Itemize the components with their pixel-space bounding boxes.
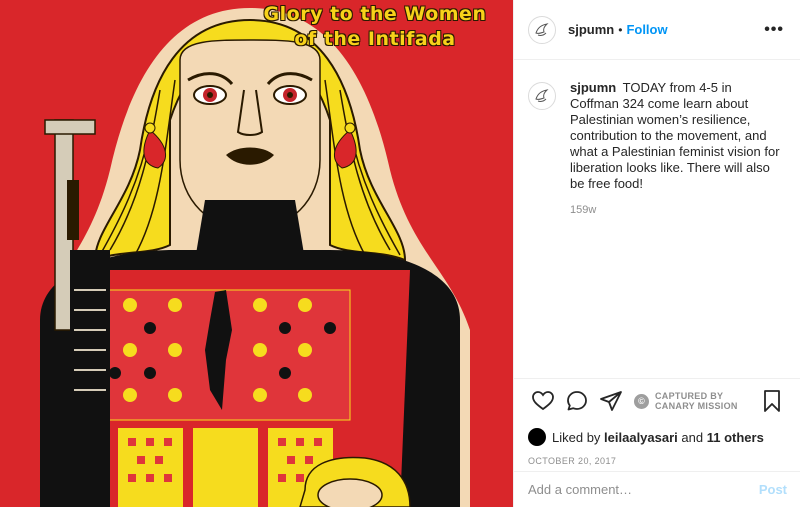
heart-icon [532, 391, 554, 411]
caption-message: TODAY from 4-5 in Coffman 324 come learn… [570, 80, 780, 191]
likes-row: Liked by leilaalyasari and 11 others [514, 426, 800, 448]
poster-illustration [0, 0, 513, 507]
copyright-icon: © [634, 393, 649, 409]
action-icons-row: © CAPTURED BY CANARY MISSION [514, 379, 800, 423]
comment-input[interactable] [528, 482, 759, 497]
caption-body: sjpumn TODAY from 4-5 in Coffman 324 com… [570, 80, 784, 216]
watermark-line2: CANARY MISSION [655, 401, 738, 411]
caption-username[interactable]: sjpumn [570, 80, 616, 95]
bookmark-icon [764, 390, 780, 412]
share-button[interactable] [594, 384, 628, 418]
post-header: sjpumn • Follow ••• [514, 0, 800, 60]
dove-logo-icon [535, 89, 549, 102]
liker-username[interactable]: leilaalyasari [604, 430, 678, 445]
avatar[interactable] [528, 15, 556, 44]
caption-timestamp[interactable]: 159w [570, 204, 784, 216]
likes-prefix: Liked by [552, 429, 601, 445]
post-side-panel: sjpumn • Follow ••• sjpumn TODAY from 4-… [513, 0, 800, 507]
post-image[interactable]: Glory to the Women of the Intifada [0, 0, 513, 507]
caption-avatar[interactable] [528, 82, 556, 110]
caption-text: sjpumn TODAY from 4-5 in Coffman 324 com… [570, 80, 784, 192]
poster-title-line1: Glory to the Women [263, 3, 487, 25]
comment-bar: Post [514, 471, 800, 507]
comment-button[interactable] [560, 384, 594, 418]
caption: sjpumn TODAY from 4-5 in Coffman 324 com… [514, 60, 800, 216]
liker-avatar[interactable] [528, 428, 546, 446]
poster-title: Glory to the Women of the Intifada [210, 2, 513, 52]
likes-others-link[interactable]: 11 others [707, 430, 764, 445]
likes-and: and [681, 429, 704, 445]
canary-mission-watermark: © CAPTURED BY CANARY MISSION [634, 391, 738, 411]
comment-bubble-icon [567, 391, 587, 411]
watermark-text: CAPTURED BY CANARY MISSION [655, 391, 738, 411]
more-options-icon[interactable]: ••• [764, 21, 784, 39]
post-date[interactable]: OCTOBER 20, 2017 [514, 456, 800, 466]
dove-logo-icon [535, 22, 549, 36]
header-username[interactable]: sjpumn [568, 22, 614, 37]
poster-title-line2: of the Intifada [294, 28, 456, 50]
like-button[interactable] [526, 384, 560, 418]
likes-summary: Liked by leilaalyasari and 11 others [552, 430, 764, 445]
watermark-line1: CAPTURED BY [655, 391, 724, 401]
post-comment-button[interactable]: Post [759, 482, 787, 497]
save-button[interactable] [755, 384, 789, 418]
follow-button[interactable]: Follow [626, 22, 667, 37]
header-separator: • [618, 22, 623, 37]
paper-plane-icon [600, 391, 622, 411]
